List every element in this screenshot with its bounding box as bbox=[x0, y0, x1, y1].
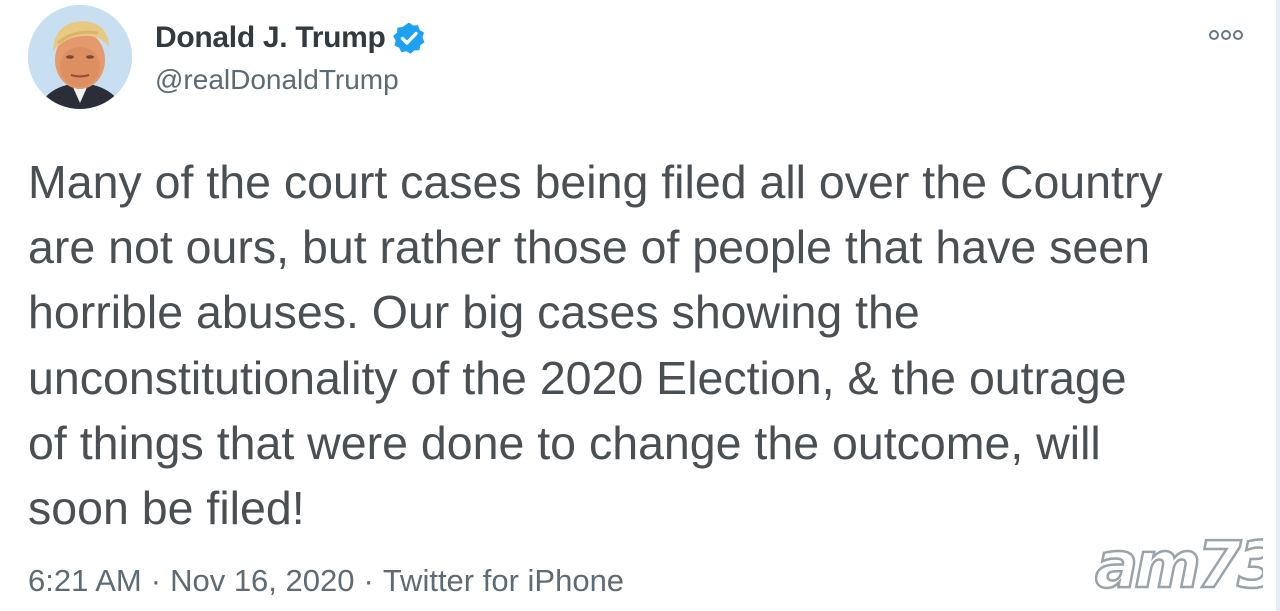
avatar-image bbox=[28, 5, 132, 109]
tweet-source[interactable]: Twitter for iPhone bbox=[383, 563, 624, 598]
author-handle[interactable]: @realDonaldTrump bbox=[155, 64, 426, 96]
author-name-row: Donald J. Trump bbox=[155, 18, 426, 58]
meta-separator: · bbox=[363, 563, 374, 598]
tweet-meta: 6:21 AM · Nov 16, 2020 · Twitter for iPhone bbox=[28, 563, 624, 599]
author-display-name[interactable]: Donald J. Trump bbox=[155, 21, 386, 55]
tweet-author: Donald J. Trump @realDonaldTrump bbox=[155, 18, 426, 96]
tweet-time[interactable]: 6:21 AM bbox=[28, 563, 142, 598]
tweet-card: Donald J. Trump @realDonaldTrump Many of… bbox=[0, 0, 1280, 611]
watermark-logo: am730 bbox=[1093, 527, 1280, 605]
tweet-text: Many of the court cases being filed all … bbox=[28, 156, 1163, 535]
avatar[interactable] bbox=[28, 5, 132, 109]
more-options-icon[interactable] bbox=[1208, 28, 1244, 42]
meta-separator: · bbox=[150, 563, 162, 598]
verified-badge-icon bbox=[392, 21, 426, 55]
card-right-border bbox=[1276, 0, 1280, 611]
svg-text:am730: am730 bbox=[1095, 529, 1263, 597]
tweet-date[interactable]: Nov 16, 2020 bbox=[170, 563, 354, 598]
